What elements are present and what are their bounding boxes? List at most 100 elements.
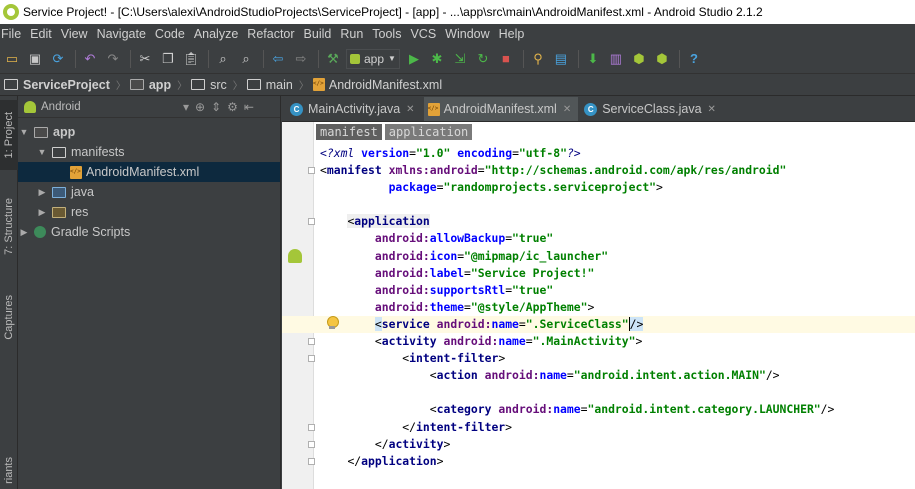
tool-tab-captures[interactable]: Captures	[0, 282, 18, 352]
code-line: </application>	[282, 453, 915, 470]
tool-tab-project[interactable]: 1: Project	[0, 100, 18, 170]
replace-icon[interactable]: ⌕	[236, 49, 256, 69]
fold-marker-icon[interactable]	[308, 167, 315, 175]
menu-edit[interactable]: Edit	[30, 27, 52, 41]
project-view-select[interactable]: Android	[41, 101, 183, 113]
menu-refactor[interactable]: Refactor	[247, 27, 294, 41]
close-icon[interactable]: ✕	[563, 104, 571, 115]
tab-main-activity[interactable]: C MainActivity.java ✕	[286, 97, 422, 121]
copy-icon[interactable]: ❐	[158, 49, 178, 69]
xml-attr-name: name	[539, 368, 567, 383]
close-icon[interactable]: ✕	[406, 104, 414, 115]
sdk-manager-icon[interactable]: ▥	[606, 49, 626, 69]
xml-crumb-application[interactable]: application	[384, 124, 473, 140]
menu-tools[interactable]: Tools	[372, 27, 401, 41]
menu-vcs[interactable]: VCS	[410, 27, 436, 41]
paste-icon[interactable]: 📋︎	[181, 49, 201, 69]
fold-marker-icon[interactable]	[308, 423, 315, 431]
menu-run[interactable]: Run	[340, 27, 363, 41]
tab-android-manifest[interactable]: AndroidManifest.xml ✕	[423, 97, 579, 121]
xml-attr-value: "@mipmap/ic_launcher"	[464, 248, 609, 263]
close-icon[interactable]: ✕	[708, 104, 716, 115]
xml-ns-prefix: android	[374, 248, 423, 263]
collapse-arrow-icon[interactable]: ▶	[36, 207, 48, 218]
tree-item-res[interactable]: ▶ res	[18, 202, 280, 222]
collapse-arrow-icon[interactable]: ▶	[18, 227, 30, 238]
find-icon[interactable]: ⌕	[213, 49, 233, 69]
chevron-down-icon[interactable]: ▾	[183, 100, 189, 114]
menu-view[interactable]: View	[61, 27, 88, 41]
lightbulb-icon[interactable]	[326, 315, 339, 331]
tool-tab-structure[interactable]: 7: Structure	[0, 186, 18, 266]
breadcrumb-project[interactable]: ServiceProject	[4, 78, 110, 92]
forward-icon[interactable]: ⇨	[291, 49, 311, 69]
undo-icon[interactable]: ↶	[80, 49, 100, 69]
android-device-icon[interactable]: ⬢	[652, 49, 672, 69]
chevron-down-icon: ▼	[388, 54, 396, 63]
tool-tab-label: riants	[3, 456, 15, 484]
tree-item-label: app	[53, 125, 76, 139]
xml-crumb-manifest[interactable]: manifest	[316, 124, 382, 140]
code-area[interactable]: <?xml version="1.0" encoding="utf-8"?> <…	[282, 145, 915, 470]
tree-item-app[interactable]: ▼ app	[18, 122, 280, 142]
menu-file[interactable]: File	[1, 27, 21, 41]
apply-changes-icon[interactable]: ↻	[473, 49, 493, 69]
expand-arrow-icon[interactable]: ▼	[18, 127, 30, 137]
xml-prolog-close: ?>	[566, 146, 581, 160]
xml-ns-prefix: android	[443, 334, 492, 349]
stop-icon[interactable]: ■	[496, 49, 516, 69]
breadcrumb-app[interactable]: app	[129, 78, 171, 92]
menu-navigate[interactable]: Navigate	[97, 27, 146, 41]
breadcrumb-src[interactable]: src	[191, 78, 227, 92]
redo-icon[interactable]: ↷	[103, 49, 123, 69]
xml-ns-prefix: android	[374, 265, 423, 280]
back-icon[interactable]: ⇦	[268, 49, 288, 69]
help-icon[interactable]: ?	[684, 49, 704, 69]
fold-marker-icon[interactable]	[308, 338, 315, 346]
tree-item-java[interactable]: ▶ java	[18, 182, 280, 202]
menu-help[interactable]: Help	[499, 27, 525, 41]
tree-item-gradle-scripts[interactable]: ▶ Gradle Scripts	[18, 222, 280, 242]
tab-service-class[interactable]: C ServiceClass.java ✕	[580, 97, 723, 121]
xml-attr-value: "android.intent.category.LAUNCHER"	[587, 402, 821, 417]
fold-marker-icon[interactable]	[308, 457, 315, 465]
run-config-label: app	[364, 51, 385, 66]
gear-icon[interactable]: ⚙	[227, 100, 238, 114]
structure-icon[interactable]: ⚲	[528, 49, 548, 69]
tree-item-manifests[interactable]: ▼ manifests	[18, 142, 280, 162]
run-icon[interactable]: ▶	[404, 49, 424, 69]
xml-tag: intent-filter	[416, 419, 506, 434]
menu-window[interactable]: Window	[445, 27, 489, 41]
tab-label: MainActivity.java	[308, 102, 401, 116]
android-monitor-icon[interactable]: ⬢	[629, 49, 649, 69]
code-editor[interactable]: manifest application <?xml version="1.0"…	[282, 122, 915, 489]
module-folder-icon	[129, 79, 144, 90]
fold-marker-icon[interactable]	[308, 218, 315, 226]
android-launcher-icon[interactable]	[288, 248, 302, 263]
collapse-all-icon[interactable]: ⇕	[211, 100, 221, 114]
run-config-select[interactable]: app ▼	[346, 48, 400, 69]
cut-icon[interactable]: ✂	[135, 49, 155, 69]
save-icon[interactable]: ▣	[25, 49, 45, 69]
open-icon[interactable]: ▭	[2, 49, 22, 69]
make-icon[interactable]: ⚒	[323, 49, 343, 69]
sync-icon[interactable]: ⟳	[48, 49, 68, 69]
sdk-icon[interactable]: ▤	[551, 49, 571, 69]
debug-icon[interactable]: ✱	[427, 49, 447, 69]
menu-code[interactable]: Code	[155, 27, 185, 41]
collapse-arrow-icon[interactable]: ▶	[36, 187, 48, 198]
avd-manager-icon[interactable]: ⬇	[583, 49, 603, 69]
scroll-from-source-icon[interactable]: ⊕	[195, 100, 205, 114]
hide-panel-icon[interactable]: ⇤	[244, 100, 254, 114]
toolbar-separator	[577, 49, 579, 68]
fold-marker-icon[interactable]	[308, 440, 315, 448]
breadcrumb-main[interactable]: main	[246, 78, 293, 92]
tree-item-android-manifest[interactable]: AndroidManifest.xml	[18, 162, 280, 182]
attach-icon[interactable]: ⇲	[450, 49, 470, 69]
fold-marker-icon[interactable]	[308, 355, 315, 363]
menu-analyze[interactable]: Analyze	[194, 27, 238, 41]
breadcrumb-file[interactable]: AndroidManifest.xml	[312, 78, 442, 92]
tool-tab-build-variants[interactable]: riants	[0, 451, 18, 489]
expand-arrow-icon[interactable]: ▼	[36, 147, 48, 157]
menu-build[interactable]: Build	[304, 27, 332, 41]
